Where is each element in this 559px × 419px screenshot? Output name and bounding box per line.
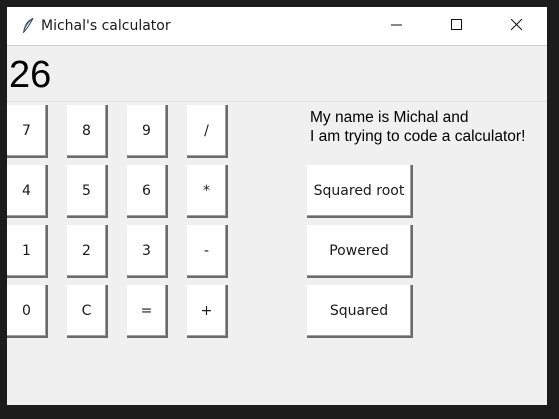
info-message-line-1: My name is Michal and	[310, 109, 469, 126]
key-equals[interactable]: =	[127, 285, 168, 338]
key-clear[interactable]: C	[67, 285, 108, 338]
maximize-icon	[451, 19, 462, 30]
key-add[interactable]: +	[187, 285, 228, 338]
squared-button[interactable]: Squared	[307, 285, 413, 338]
maximize-button[interactable]	[429, 7, 487, 45]
key-subtract[interactable]: -	[187, 225, 228, 278]
key-multiply[interactable]: *	[187, 165, 228, 218]
key-4[interactable]: 4	[7, 165, 48, 218]
key-9[interactable]: 9	[127, 105, 168, 158]
key-6[interactable]: 6	[127, 165, 168, 218]
info-message: My name is Michal and I am trying to cod…	[310, 108, 525, 146]
key-1[interactable]: 1	[7, 225, 48, 278]
minimize-button[interactable]	[369, 7, 427, 45]
window-title: Michal's calculator	[41, 18, 171, 34]
result-value: 26	[9, 54, 52, 96]
key-2[interactable]: 2	[67, 225, 108, 278]
key-0[interactable]: 0	[7, 285, 48, 338]
powered-button[interactable]: Powered	[307, 225, 413, 278]
key-3[interactable]: 3	[127, 225, 168, 278]
key-7[interactable]: 7	[7, 105, 48, 158]
feather-icon	[21, 17, 35, 35]
close-icon	[511, 19, 523, 31]
info-message-line-2: I am trying to code a calculator!	[310, 128, 526, 145]
title-bar[interactable]: Michal's calculator	[7, 7, 547, 46]
minimize-icon	[391, 24, 402, 26]
key-5[interactable]: 5	[67, 165, 108, 218]
result-display: 26	[7, 46, 547, 102]
calculator-window: Michal's calculator 26 7 8 9 / 4 5 6 * 1…	[7, 7, 547, 405]
close-button[interactable]	[489, 7, 547, 45]
squared-root-button[interactable]: Squared root	[307, 165, 413, 218]
key-8[interactable]: 8	[67, 105, 108, 158]
key-divide[interactable]: /	[187, 105, 228, 158]
